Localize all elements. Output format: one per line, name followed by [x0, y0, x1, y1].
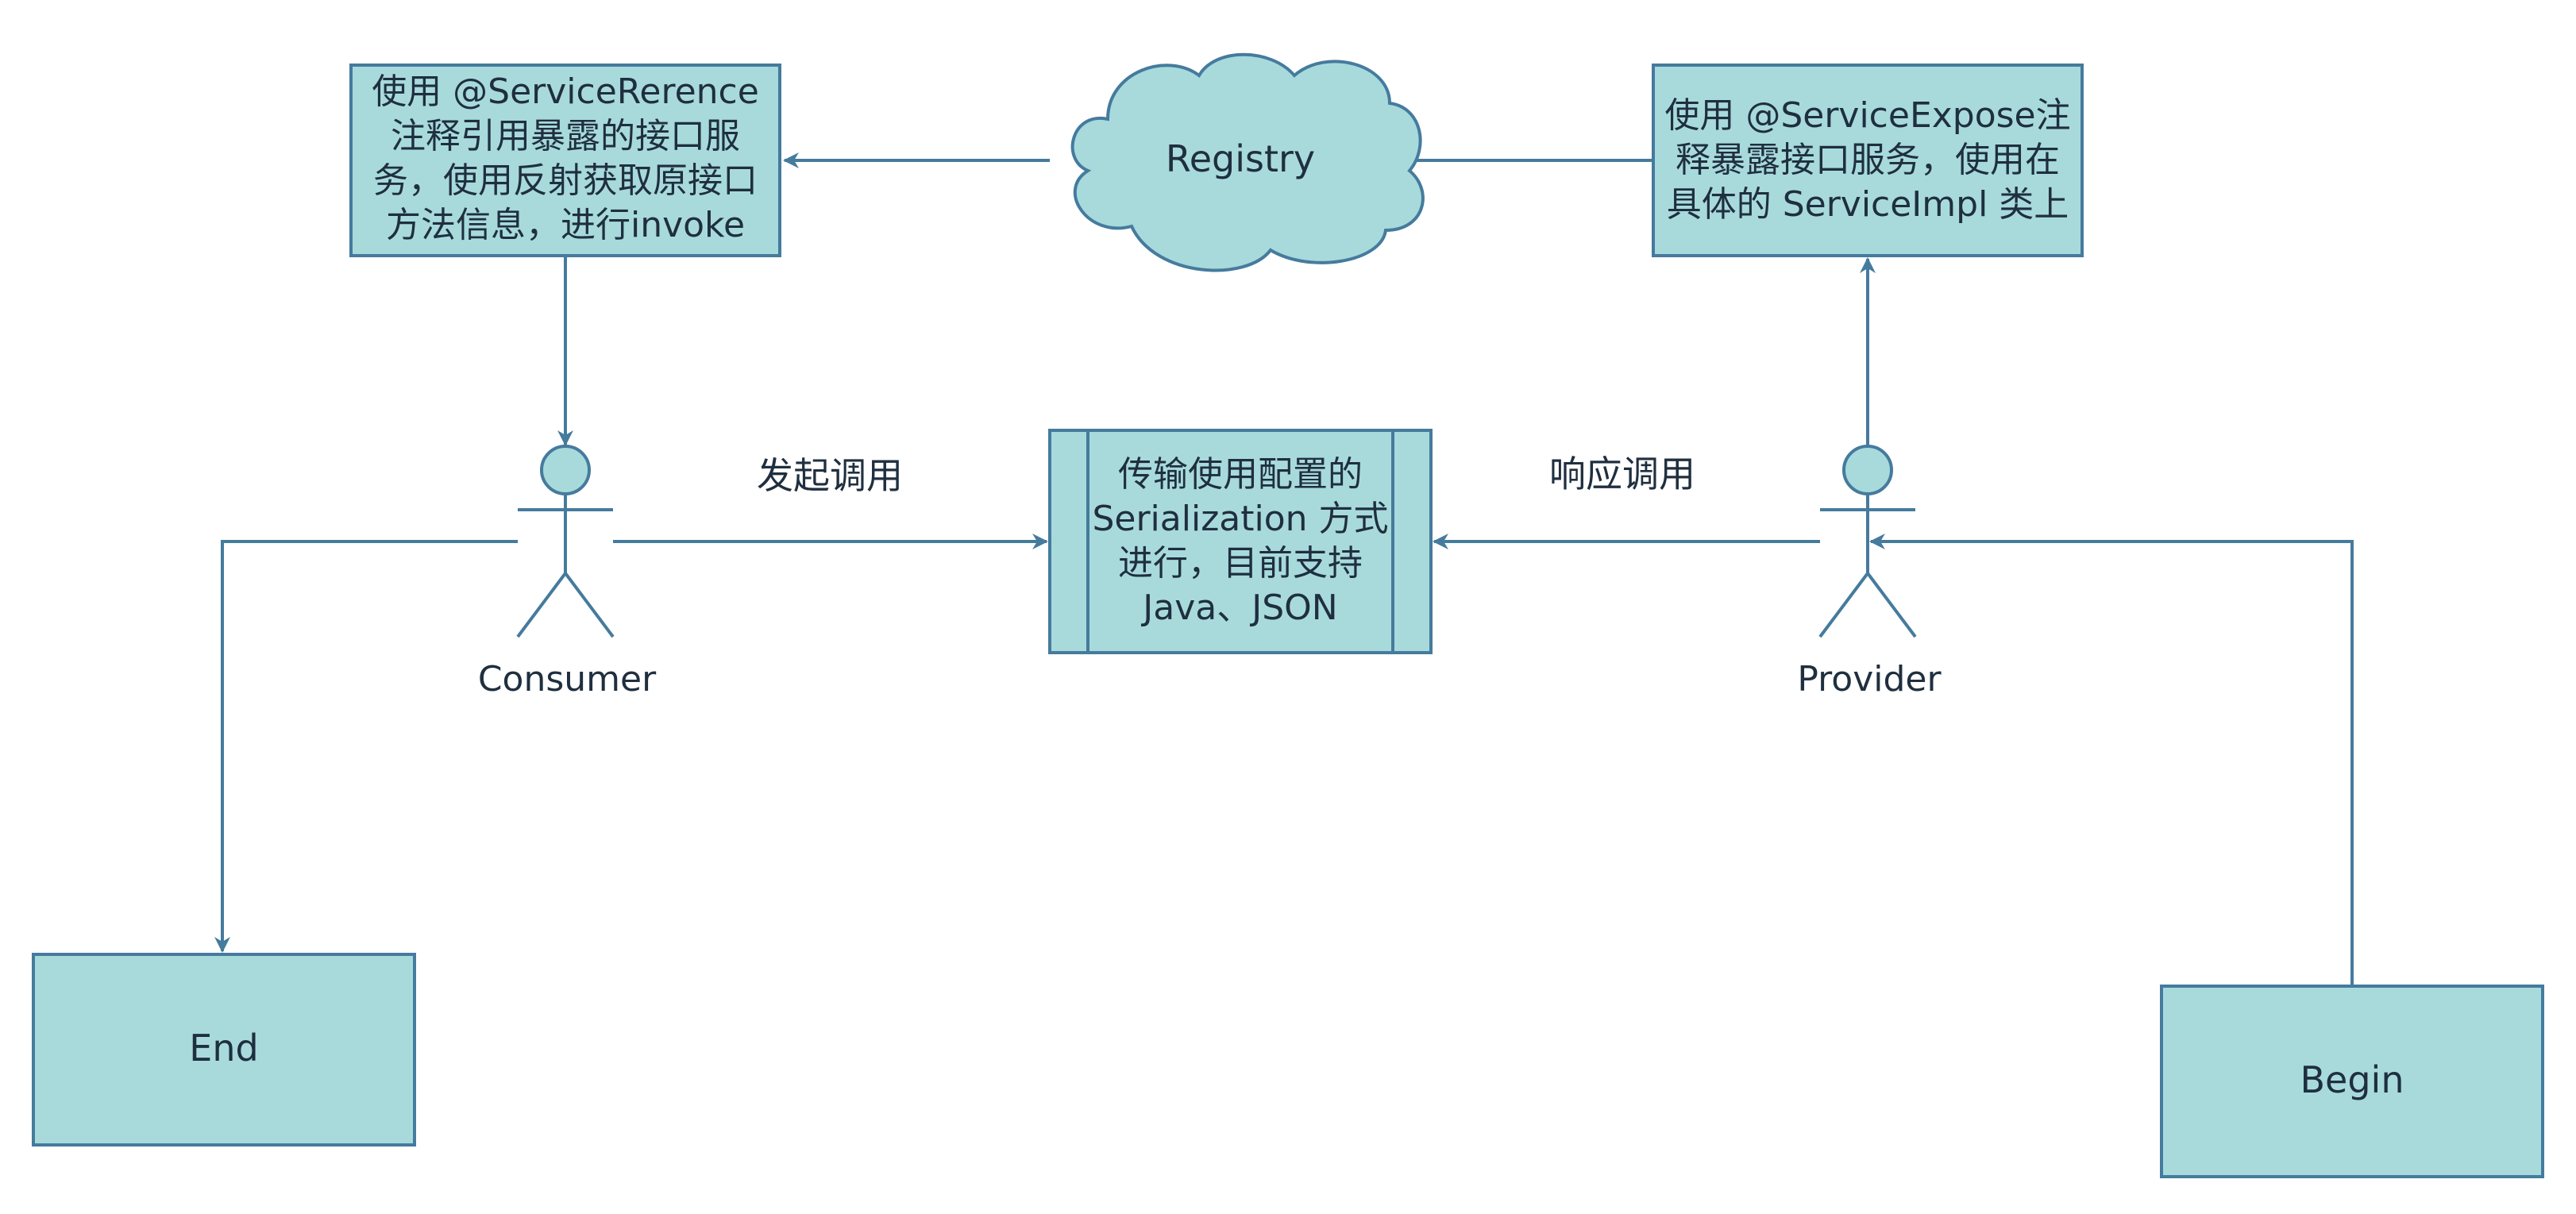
end-label: End [189, 1027, 258, 1069]
serialization-box-line-4: Java、JSON [1140, 588, 1337, 628]
serialization-box-line-2: Serialization 方式 [1092, 499, 1388, 539]
consumer-label: Consumer [478, 659, 657, 699]
serialization-box-line-3: 进行，目前支持 [1118, 543, 1363, 584]
consumer-actor: Consumer [478, 445, 657, 699]
edge-label-response: 响应调用 [1549, 453, 1695, 495]
serialization-box: 传输使用配置的 Serialization 方式 进行，目前支持 Java、JS… [1048, 429, 1433, 654]
diagram-canvas: 发起调用 响应调用 使用 @ServiceRerence 注释引用暴露的接口服 … [0, 0, 2576, 1210]
expose-box: 使用 @ServiceExpose注 释暴露接口服务，使用在 具体的 Servi… [1652, 64, 2084, 257]
consumer-actor-icon [516, 445, 615, 638]
expose-box-line-2: 释暴露接口服务，使用在 [1676, 140, 2060, 180]
reference-box-line-1: 使用 @ServiceRerence [372, 71, 759, 112]
provider-label: Provider [1797, 659, 1942, 699]
provider-actor: Provider [1797, 445, 1942, 699]
reference-box-line-2: 注释引用暴露的接口服 [391, 116, 740, 156]
registry-cloud: Registry [1070, 52, 1425, 272]
expose-box-line-3: 具体的 ServiceImpl 类上 [1667, 184, 2069, 225]
edge-label-invoke: 发起调用 [757, 454, 903, 497]
edge-begin-to-provider [1869, 534, 2354, 986]
begin-label: Begin [2300, 1058, 2404, 1101]
registry-label: Registry [1166, 137, 1315, 180]
end-box: End [32, 953, 416, 1147]
reference-box: 使用 @ServiceRerence 注释引用暴露的接口服 务，使用反射获取原接… [349, 64, 781, 257]
edge-consumer-to-end [214, 540, 518, 953]
diagram-svg: 发起调用 响应调用 使用 @ServiceRerence 注释引用暴露的接口服 … [32, 52, 2544, 1178]
expose-box-line-1: 使用 @ServiceExpose注 [1664, 95, 2070, 136]
reference-box-line-4: 方法信息，进行invoke [386, 205, 745, 245]
begin-box: Begin [2160, 985, 2544, 1178]
reference-box-line-3: 务，使用反射获取原接口 [373, 160, 758, 201]
serialization-box-line-1: 传输使用配置的 [1118, 454, 1363, 495]
